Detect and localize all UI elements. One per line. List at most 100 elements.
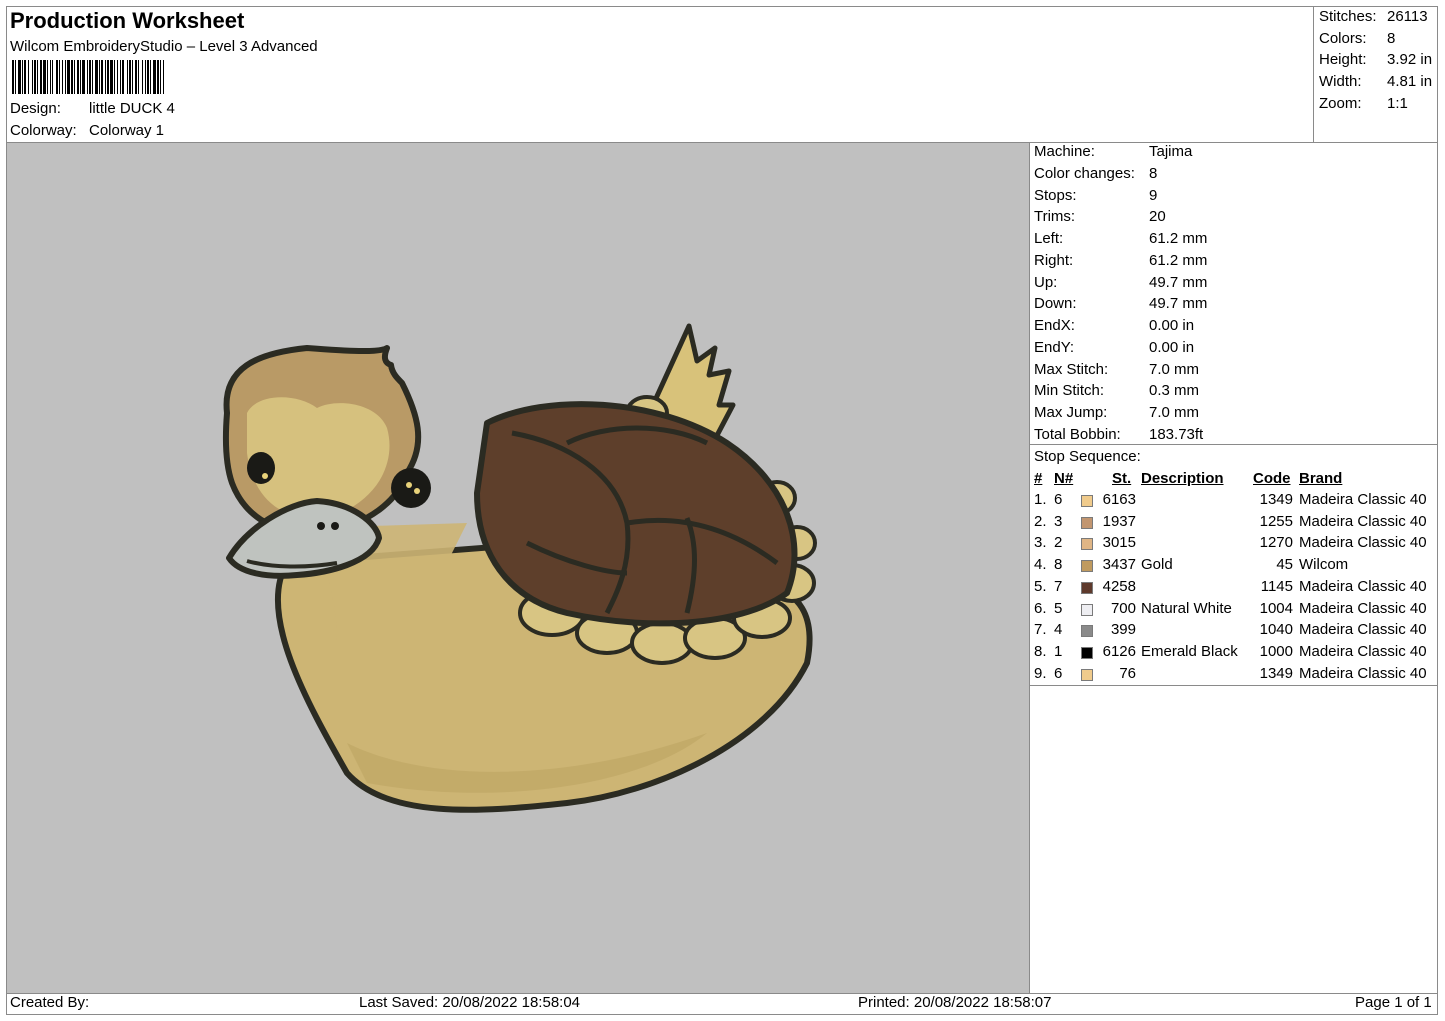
design-row: Design: little DUCK 4 <box>10 100 175 117</box>
stop-description: Natural White <box>1141 599 1232 617</box>
stat-row: Min Stitch: 0.3 mm <box>1034 382 1199 403</box>
stat-label: Total Bobbin: <box>1034 426 1121 443</box>
stop-description: Gold <box>1141 556 1173 574</box>
colorway-row: Colorway: Colorway 1 <box>10 122 164 139</box>
stat-value: 61.2 mm <box>1149 252 1208 269</box>
summary-value: 8 <box>1387 30 1396 47</box>
stat-value: 49.7 mm <box>1149 274 1208 291</box>
stop-index: 8. <box>1034 642 1047 660</box>
stop-stitches: 6126 <box>1102 642 1136 660</box>
summary-value: 1:1 <box>1387 95 1408 112</box>
stop-index: 3. <box>1034 534 1047 552</box>
summary-label: Width: <box>1319 73 1362 90</box>
col-code: Code <box>1253 470 1291 487</box>
thread-color-swatch <box>1081 560 1093 573</box>
design-label: Design: <box>10 100 61 117</box>
col-index: # <box>1034 470 1043 487</box>
stat-value: 7.0 mm <box>1149 404 1200 421</box>
stop-needle: 5 <box>1054 599 1063 617</box>
stop-row: 6. 5 700 Natural White 1004 Madeira Classic 4… <box>1030 600 1438 622</box>
page-title: Production Worksheet <box>10 8 245 33</box>
stat-label: Trims: <box>1034 208 1076 225</box>
stop-index: 1. <box>1034 491 1047 508</box>
stat-value: 20 <box>1149 208 1166 225</box>
stat-row: Machine: Tajima <box>1034 143 1192 164</box>
design-preview <box>7 143 1029 993</box>
summary-label: Stitches: <box>1319 8 1377 25</box>
thread-color-swatch <box>1081 603 1093 616</box>
footer-printed: Printed: 20/08/2022 18:58:07 <box>858 994 1052 1011</box>
stop-brand: Madeira Classic 40 <box>1299 642 1427 660</box>
stat-row: Trims: 20 <box>1034 208 1166 229</box>
stat-row: Left: 61.2 mm <box>1034 230 1207 251</box>
stop-brand: Madeira Classic 40 <box>1299 577 1427 595</box>
stat-row: Total Bobbin: 183.73ft <box>1034 426 1203 447</box>
stat-row: Max Stitch: 7.0 mm <box>1034 361 1199 382</box>
stop-brand: Madeira Classic 40 <box>1299 599 1427 617</box>
stat-value: 7.0 mm <box>1149 361 1200 378</box>
stop-index: 4. <box>1034 556 1047 574</box>
summary-row: Stitches: 26113 <box>1319 8 1428 25</box>
stat-row: Stops: 9 <box>1034 187 1157 208</box>
stop-sequence-heading: Stop Sequence: <box>1034 448 1141 465</box>
stat-value: Tajima <box>1149 143 1193 160</box>
stop-stitches: 1937 <box>1102 512 1136 530</box>
stop-brand: Madeira Classic 40 <box>1299 664 1427 682</box>
stop-needle: 4 <box>1054 621 1063 639</box>
stop-row: 1. 6 6163 1349 Madeira Classic 40 <box>1030 491 1438 513</box>
thread-color-swatch <box>1081 495 1093 507</box>
summary-label: Colors: <box>1319 30 1367 47</box>
thread-color-swatch <box>1081 668 1093 681</box>
stat-label: EndY: <box>1034 339 1075 356</box>
summary-value: 4.81 in <box>1387 73 1433 90</box>
stat-row: Down: 49.7 mm <box>1034 295 1207 316</box>
stop-index: 6. <box>1034 599 1047 617</box>
stop-needle: 6 <box>1054 491 1063 508</box>
stop-row: 4. 8 3437 Gold 45 Wilcom <box>1030 556 1438 578</box>
barcode <box>12 60 164 94</box>
stop-needle: 8 <box>1054 556 1063 574</box>
summary-row: Colors: 8 <box>1319 30 1395 47</box>
stat-label: Min Stitch: <box>1034 382 1105 399</box>
stop-table-header: # N# St. Description Code Brand <box>1030 470 1438 492</box>
stop-stitches: 3015 <box>1102 534 1136 552</box>
col-needle: N# <box>1054 470 1074 487</box>
summary-label: Height: <box>1319 51 1367 68</box>
stop-stitches: 76 <box>1119 664 1136 682</box>
colorway-value: Colorway 1 <box>89 122 165 139</box>
stat-label: Machine: <box>1034 143 1095 160</box>
stat-value: 183.73ft <box>1149 426 1204 443</box>
stat-row: Color changes: 8 <box>1034 165 1157 186</box>
design-value: little DUCK 4 <box>89 100 175 117</box>
stop-code: 1000 <box>1259 642 1293 660</box>
stop-needle: 6 <box>1054 664 1063 682</box>
stop-code: 1270 <box>1259 534 1293 552</box>
footer-created-by: Created By: <box>10 994 90 1011</box>
stop-code: 1040 <box>1259 621 1293 639</box>
stat-value: 9 <box>1149 187 1158 204</box>
thread-color-swatch <box>1081 538 1093 551</box>
footer-page-number: Page 1 of 1 <box>1355 994 1432 1011</box>
summary-row: Height: 3.92 in <box>1319 51 1432 68</box>
stat-row: Up: 49.7 mm <box>1034 274 1207 295</box>
software-subtitle: Wilcom EmbroideryStudio – Level 3 Advanc… <box>10 38 318 55</box>
stop-row: 3. 2 3015 1270 Madeira Classic 40 <box>1030 534 1438 556</box>
stop-index: 2. <box>1034 512 1047 530</box>
duck-embroidery-image <box>222 323 817 813</box>
stat-row: EndX: 0.00 in <box>1034 317 1194 338</box>
stat-label: Color changes: <box>1034 165 1135 182</box>
stop-stitches: 399 <box>1110 621 1136 639</box>
stat-value: 8 <box>1149 165 1158 182</box>
stat-value: 0.00 in <box>1149 317 1195 334</box>
stat-label: Left: <box>1034 230 1064 247</box>
stop-code: 1255 <box>1259 512 1293 530</box>
stat-value: 0.00 in <box>1149 339 1195 356</box>
stop-index: 5. <box>1034 577 1047 595</box>
summary-row: Width: 4.81 in <box>1319 73 1432 90</box>
thread-color-swatch <box>1081 625 1093 638</box>
stop-row: 7. 4 399 1040 Madeira Classic 40 <box>1030 621 1438 643</box>
stop-stitches: 700 <box>1110 599 1136 617</box>
col-brand: Brand <box>1299 470 1343 487</box>
thread-color-swatch <box>1081 516 1093 529</box>
stop-code: 1349 <box>1259 664 1293 682</box>
